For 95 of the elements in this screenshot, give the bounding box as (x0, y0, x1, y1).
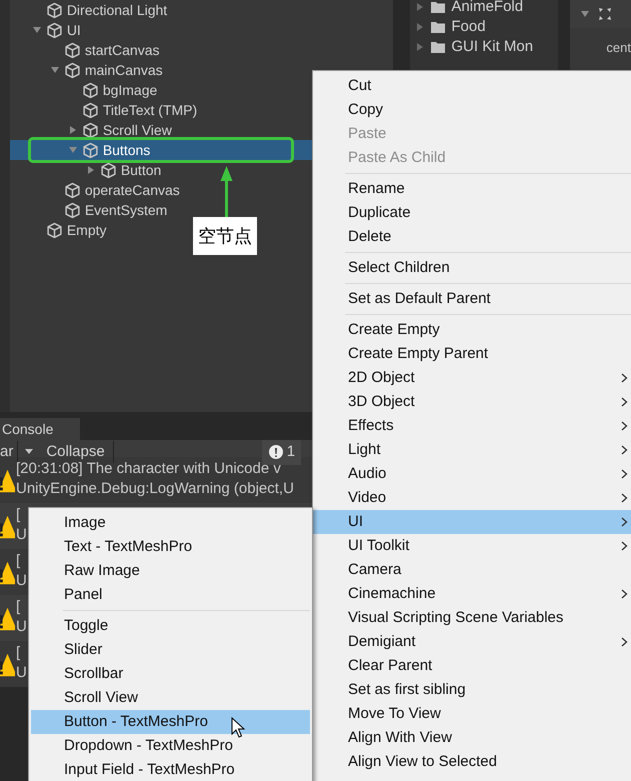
menu-item[interactable]: Camera (313, 558, 631, 582)
menu-item[interactable]: Toggle (31, 614, 310, 638)
expanded-arrow-icon[interactable] (580, 9, 590, 19)
log-text: U (16, 525, 27, 545)
cube-icon (100, 162, 117, 178)
collapsed-arrow-icon[interactable] (68, 125, 78, 135)
object-name: Button (120, 160, 162, 180)
cube-icon (46, 222, 63, 238)
cube-icon (82, 102, 99, 118)
log-text: U (16, 571, 27, 591)
collapsed-arrow-icon[interactable] (415, 42, 426, 52)
folder-name: Food (451, 16, 486, 37)
menu-item[interactable]: Light (313, 438, 631, 462)
collapsed-arrow-icon[interactable] (86, 165, 96, 175)
menu-item[interactable]: Select Children (313, 256, 631, 280)
menu-item[interactable]: Input Field - TextMeshPro (31, 758, 310, 781)
menu-item[interactable]: Scroll View (31, 686, 310, 710)
menu-item[interactable]: Set as first sibling (313, 678, 631, 702)
object-name: bgImage (102, 80, 158, 100)
object-name: Empty (66, 220, 106, 240)
log-text: [ (16, 643, 22, 663)
menu-item[interactable]: Dropdown - TextMeshPro (31, 734, 310, 758)
menu-item[interactable]: Duplicate (313, 201, 631, 225)
menu-item[interactable]: UI (313, 510, 631, 534)
folder-icon (430, 0, 446, 14)
menu-item[interactable]: Rename (313, 177, 631, 201)
menu-item[interactable]: Text - TextMeshPro (31, 535, 310, 559)
menu-item[interactable]: Scrollbar (31, 662, 310, 686)
move-icon (598, 7, 612, 21)
object-name: EventSystem (84, 200, 168, 220)
object-name: UI (66, 20, 81, 40)
menu-item[interactable]: Cinemachine (313, 582, 631, 606)
menu-item[interactable]: Delete (313, 225, 631, 249)
menu-item[interactable]: Clear Parent (313, 654, 631, 678)
tree-row[interactable]: UI (10, 20, 393, 40)
log-text: UnityEngine.Debug:LogWarning (object,U (16, 479, 294, 499)
arrow (220, 166, 233, 218)
menu-item[interactable]: Set as Default Parent (313, 287, 631, 311)
folder-name: GUI Kit Mon (451, 36, 534, 57)
error-count-button[interactable]: 1 (262, 440, 302, 464)
menu-item[interactable]: Visual Scripting Scene Variables (313, 606, 631, 630)
menu-item[interactable]: Create Empty (313, 318, 631, 342)
tree-row[interactable]: Directional Light (10, 0, 393, 20)
menu-item[interactable]: Demigiant (313, 630, 631, 654)
menu-item[interactable]: Slider (31, 638, 310, 662)
log-text: [ (16, 597, 22, 617)
cube-icon (46, 22, 63, 38)
annotation-label: 空节点 (193, 217, 257, 255)
cube-icon (64, 182, 81, 198)
console-tab[interactable]: Console (0, 418, 80, 440)
log-text: [ (16, 551, 22, 571)
menu-item[interactable]: Panel (31, 583, 310, 607)
menu-item[interactable]: Button - TextMeshPro (31, 710, 310, 734)
log-text: [ (16, 505, 22, 525)
error-icon (268, 444, 284, 460)
object-name: Buttons (102, 140, 150, 160)
menu-item[interactable]: Align View to Selected (313, 750, 631, 774)
object-name: operateCanvas (84, 180, 180, 200)
cube-icon (46, 2, 63, 18)
menu-item[interactable]: Audio (313, 462, 631, 486)
inspector-label: cent (606, 39, 631, 57)
tree-row[interactable]: startCanvas (10, 40, 393, 60)
log-text: U (16, 617, 27, 637)
menu-item[interactable]: 2D Object (313, 366, 631, 390)
collapsed-arrow-icon[interactable] (415, 22, 426, 32)
menu-item[interactable]: Align With View (313, 726, 631, 750)
menu-item[interactable]: Effects (313, 414, 631, 438)
menu-item[interactable]: Video (313, 486, 631, 510)
log-text: U (16, 663, 27, 683)
expanded-arrow-icon[interactable] (68, 145, 78, 155)
cursor-icon (231, 717, 245, 739)
cube-icon (82, 142, 99, 158)
menu-item[interactable]: Image (31, 511, 310, 535)
folder-icon (430, 40, 446, 54)
object-name: Scroll View (102, 120, 172, 140)
folder-icon (430, 20, 446, 34)
menu-item[interactable]: Create Empty Parent (313, 342, 631, 366)
menu-item[interactable]: Raw Image (31, 559, 310, 583)
collapsed-arrow-icon[interactable] (415, 2, 426, 12)
expanded-arrow-icon[interactable] (50, 65, 60, 75)
cube-icon (64, 202, 81, 218)
object-name: startCanvas (84, 40, 160, 60)
folder-name: AnimeFold (451, 0, 524, 17)
cube-icon (82, 122, 99, 138)
object-name: mainCanvas (84, 60, 163, 80)
object-name: TitleText (TMP) (102, 100, 198, 120)
menu-item[interactable]: UI Toolkit (313, 534, 631, 558)
menu-item[interactable]: 3D Object (313, 390, 631, 414)
menu-item[interactable]: Move To View (313, 702, 631, 726)
object-name: Directional Light (66, 0, 168, 20)
menu-item[interactable]: Copy (313, 98, 631, 122)
cube-icon (64, 62, 81, 78)
expanded-arrow-icon[interactable] (32, 25, 42, 35)
cube-icon (82, 82, 99, 98)
cube-icon (64, 42, 81, 58)
